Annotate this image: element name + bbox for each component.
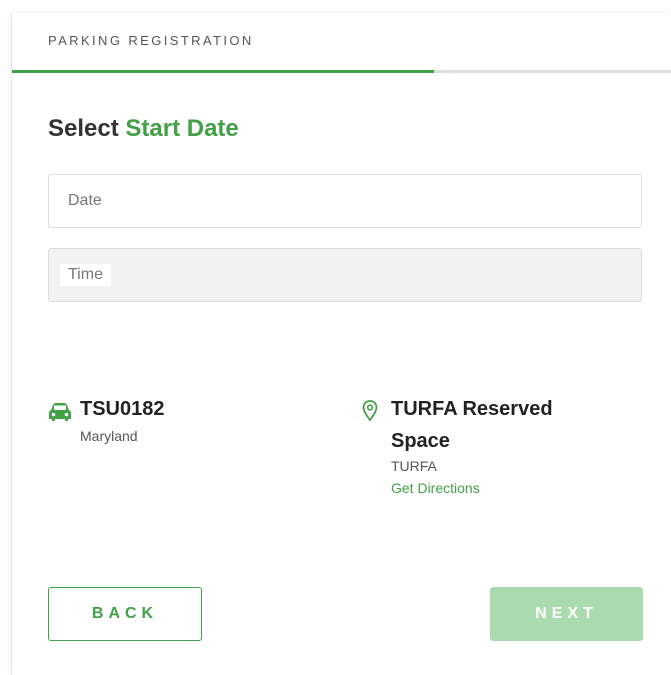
time-field[interactable]: Time [48, 248, 642, 302]
location-name: TURFA Reserved Space [391, 398, 553, 452]
date-field[interactable]: Date [48, 174, 642, 228]
vehicle-state: Maryland [80, 428, 138, 444]
title-accent: Start Date [125, 115, 239, 142]
title-prefix: Select [48, 115, 119, 142]
map-pin-icon [362, 400, 378, 422]
get-directions-link[interactable]: Get Directions [391, 480, 480, 496]
progress-fill [12, 70, 435, 73]
registration-card: PARKING REGISTRATION Select Start Date D… [11, 13, 671, 675]
time-placeholder: Time [60, 264, 111, 286]
card-header: PARKING REGISTRATION [48, 33, 254, 48]
date-placeholder: Date [60, 190, 110, 212]
next-button[interactable]: NEXT [490, 587, 643, 641]
page-title: Select Start Date [48, 115, 239, 143]
license-plate: TSU0182 [80, 398, 165, 420]
car-icon [49, 403, 71, 421]
back-button[interactable]: BACK [48, 587, 202, 641]
progress-bar [12, 70, 671, 73]
location-code: TURFA [391, 458, 437, 474]
